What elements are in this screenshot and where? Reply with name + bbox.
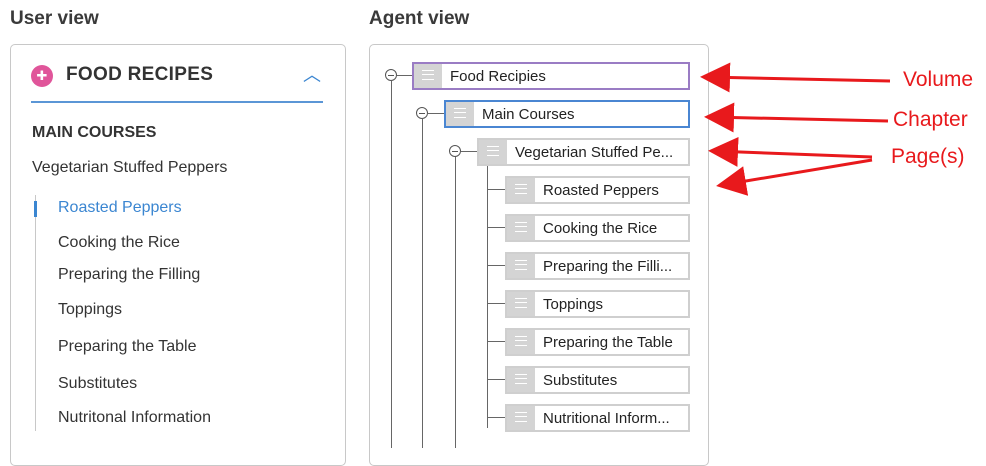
user-view-panel: ✚ FOOD RECIPES ︿ MAIN COURSES Vegetarian… xyxy=(10,44,346,466)
tree-connector xyxy=(461,151,477,152)
tree-connector xyxy=(487,341,505,342)
page-link-toppings[interactable]: Toppings xyxy=(58,301,122,319)
tree-connector xyxy=(487,303,505,304)
tree-node-label: Preparing the Table xyxy=(543,334,673,351)
agent-view-title: Agent view xyxy=(369,8,470,29)
active-page-marker xyxy=(34,201,37,217)
vegetarian-stuffed-peppers-link[interactable]: Vegetarian Stuffed Peppers xyxy=(32,159,227,177)
tree-node-label: Cooking the Rice xyxy=(543,220,658,237)
tree-node-label: Nutritional Inform... xyxy=(543,410,670,427)
page-arrow xyxy=(716,158,873,196)
page-link-cooking-the-rice[interactable]: Cooking the Rice xyxy=(58,234,180,252)
tree-node-page-group[interactable]: Vegetarian Stuffed Pe... xyxy=(477,138,690,166)
tree-node-page[interactable]: Roasted Peppers xyxy=(505,176,690,204)
drag-handle-icon[interactable] xyxy=(507,292,535,316)
tree-node-label: Food Recipies xyxy=(450,68,546,85)
tree-connector xyxy=(487,265,505,266)
tree-node-page[interactable]: Preparing the Table xyxy=(505,328,690,356)
drag-handle-icon[interactable] xyxy=(507,406,535,430)
volume-arrow xyxy=(700,62,891,93)
tree-connector xyxy=(487,227,505,228)
drag-handle-icon[interactable] xyxy=(479,140,507,164)
tree-node-page[interactable]: Preparing the Filli... xyxy=(505,252,690,280)
tree-node-label: Main Courses xyxy=(482,106,575,123)
collapse-chapter-toggle[interactable] xyxy=(416,107,428,119)
drag-handle-icon[interactable] xyxy=(507,330,535,354)
main-courses-heading: MAIN COURSES xyxy=(32,124,157,141)
user-view-title: User view xyxy=(10,8,99,29)
page-link-nutritional-information[interactable]: Nutritonal Information xyxy=(58,409,211,427)
tree-line-pages xyxy=(487,164,488,428)
page-link-substitutes[interactable]: Substitutes xyxy=(58,375,137,393)
tree-connector xyxy=(428,113,444,114)
annotation-chapter: Chapter xyxy=(893,108,968,131)
tree-node-label: Vegetarian Stuffed Pe... xyxy=(515,144,674,161)
tree-node-page[interactable]: Substitutes xyxy=(505,366,690,394)
drag-handle-icon[interactable] xyxy=(414,64,442,88)
tree-connector xyxy=(487,189,505,190)
chevron-up-icon[interactable]: ︿ xyxy=(303,61,321,87)
tree-node-label: Toppings xyxy=(543,296,604,313)
tree-node-chapter[interactable]: Main Courses xyxy=(444,100,690,128)
food-recipes-title: FOOD RECIPES xyxy=(66,64,214,85)
tree-node-label: Roasted Peppers xyxy=(543,182,659,199)
tree-node-page[interactable]: Toppings xyxy=(505,290,690,318)
tree-line-page-group xyxy=(455,156,456,448)
collapse-page-group-toggle[interactable] xyxy=(449,145,461,157)
tree-line-chapter xyxy=(422,119,423,448)
chapter-arrow xyxy=(704,102,889,133)
tree-node-page[interactable]: Cooking the Rice xyxy=(505,214,690,242)
tree-connector xyxy=(487,417,505,418)
tree-connector xyxy=(397,75,412,76)
page-link-preparing-the-table[interactable]: Preparing the Table xyxy=(58,338,196,356)
annotation-pages: Page(s) xyxy=(891,145,965,168)
drag-handle-icon[interactable] xyxy=(507,368,535,392)
collapse-volume-toggle[interactable] xyxy=(385,69,397,81)
drag-handle-icon[interactable] xyxy=(507,178,535,202)
page-link-preparing-the-filling[interactable]: Preparing the Filling xyxy=(58,266,200,284)
tree-line-volume xyxy=(391,81,392,448)
tree-node-page[interactable]: Nutritional Inform... xyxy=(505,404,690,432)
recipe-badge-icon: ✚ xyxy=(31,65,53,87)
page-arrow xyxy=(708,136,873,167)
annotation-volume: Volume xyxy=(903,68,974,91)
drag-handle-icon[interactable] xyxy=(507,216,535,240)
tree-node-label: Preparing the Filli... xyxy=(543,258,673,275)
drag-handle-icon[interactable] xyxy=(507,254,535,278)
page-link-roasted-peppers[interactable]: Roasted Peppers xyxy=(58,199,182,217)
tree-node-volume[interactable]: Food Recipies xyxy=(412,62,690,90)
tree-node-label: Substitutes xyxy=(543,372,618,389)
page-list: Roasted Peppers Cooking the Rice Prepari… xyxy=(34,195,316,431)
drag-handle-icon[interactable] xyxy=(446,102,474,126)
food-recipes-header[interactable]: ✚ FOOD RECIPES ︿ xyxy=(31,63,323,103)
tree-connector xyxy=(487,379,505,380)
